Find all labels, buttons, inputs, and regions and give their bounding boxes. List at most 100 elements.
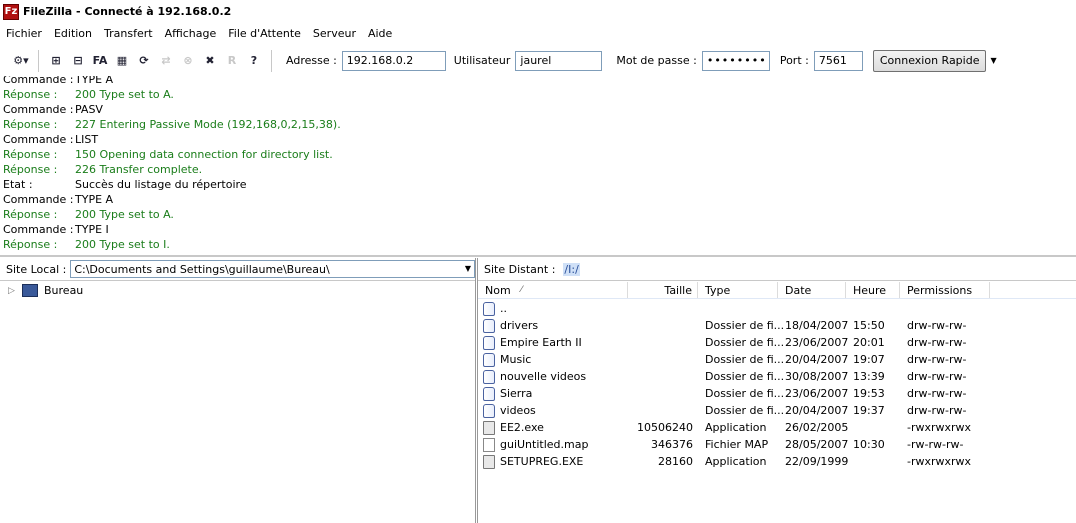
file-name: EE2.exe [500, 421, 544, 434]
column-header-permissions[interactable]: Permissions [900, 282, 990, 298]
file-time: 20:01 [853, 336, 885, 349]
column-header-name[interactable]: Nom ⁄ [478, 282, 628, 298]
refresh-icon[interactable]: ⟳ [134, 51, 154, 71]
file-date: 28/05/2007 [785, 438, 849, 451]
remote-pane: Site Distant : /I:/ Nom ⁄ Taille Type Da… [477, 258, 1076, 523]
log-type: Réponse : [3, 238, 58, 251]
log-type: Commande : [3, 103, 74, 116]
file-row[interactable]: .. [478, 301, 1076, 318]
folder-icon [483, 319, 495, 333]
file-date: 20/04/2007 [785, 353, 849, 366]
log-type: Etat : [3, 178, 33, 191]
toggle-queue-icon[interactable]: ▦ [112, 51, 132, 71]
folder-icon [483, 370, 495, 384]
menu-edition[interactable]: Edition [48, 27, 98, 40]
message-log[interactable]: Commande : TYPE A Réponse :200 Type set to… [0, 76, 1076, 257]
file-type: Dossier de fi... [705, 353, 785, 366]
remote-path-input[interactable]: /I:/ [559, 260, 1076, 278]
host-label: Adresse : [286, 54, 337, 67]
local-path-text: C:\Documents and Settings\guillaume\Bure… [74, 262, 330, 276]
file-row[interactable]: Sierra Dossier de fi... 23/06/2007 19:53 drw… [478, 386, 1076, 403]
column-header-type[interactable]: Type [698, 282, 778, 298]
file-date: 30/08/2007 [785, 370, 849, 383]
log-type: Commande : [3, 193, 74, 206]
log-message: 200 Type set to A. [75, 88, 174, 101]
file-perms: drw-rw-rw- [907, 319, 967, 332]
file-row[interactable]: guiUntitled.map 346376 Fichier MAP 28/05/20… [478, 437, 1076, 454]
log-type: Commande : [3, 76, 74, 86]
toolbar: ⚙▾ ⊞ ⊟ FA ▦ ⟳ ⇄ ⊗ ✖ R? Adresse : 192.168.0.2 Util… [0, 45, 1076, 77]
log-type: Réponse : [3, 148, 58, 161]
file-type: Dossier de fi... [705, 370, 785, 383]
column-header-size[interactable]: Taille [628, 282, 698, 298]
file-type: Dossier de fi... [705, 387, 785, 400]
toolbar-icons: ⚙▾ ⊞ ⊟ FA ▦ ⟳ ⇄ ⊗ ✖ R? [10, 49, 265, 72]
file-row[interactable]: Music Dossier de fi... 20/04/2007 19:07 drw-… [478, 352, 1076, 369]
log-message: PASV [75, 103, 103, 116]
folder-icon [483, 302, 495, 316]
user-input[interactable]: jaurel [515, 50, 603, 71]
menu-serveur[interactable]: Serveur [307, 27, 362, 40]
local-site-label: Site Local : [6, 262, 67, 276]
file-size: 346376 [651, 438, 693, 451]
local-path-dropdown-icon[interactable]: ▼ [465, 264, 471, 273]
file-time: 10:30 [853, 438, 885, 451]
file-size: 28160 [658, 455, 693, 468]
file-row[interactable]: EE2.exe 10506240 Application 26/02/2005 -rwx… [478, 420, 1076, 437]
toggle-local-tree-icon[interactable]: ⊟ [68, 51, 88, 71]
disconnect-icon[interactable]: ✖ [200, 51, 220, 71]
tree-expand-icon[interactable]: ▷ [8, 286, 22, 296]
local-path-bar: Site Local : C:\Documents and Settings\g… [0, 258, 475, 281]
log-type: Réponse : [3, 88, 58, 101]
local-tree-item[interactable]: ▷ Bureau [8, 284, 83, 297]
file-perms: drw-rw-rw- [907, 353, 967, 366]
port-input[interactable]: 7561 [813, 50, 863, 71]
file-type: Application [705, 455, 767, 468]
file-name: nouvelle videos [500, 370, 587, 383]
file-date: 18/04/2007 [785, 319, 849, 332]
header-divider [478, 298, 1076, 299]
site-manager-icon[interactable]: ⚙▾ [11, 51, 31, 71]
menu-affichage[interactable]: Affichage [159, 27, 223, 40]
file-size: 10506240 [637, 421, 693, 434]
remote-path-text: /I:/ [563, 262, 580, 276]
toggle-log-icon[interactable]: ⊞ [46, 51, 66, 71]
column-header-time[interactable]: Heure [846, 282, 900, 298]
help-icon[interactable]: ? [244, 51, 264, 71]
file-name: guiUntitled.map [500, 438, 589, 451]
column-header-date[interactable]: Date [778, 282, 846, 298]
menu-fichier[interactable]: Fichier [0, 27, 48, 40]
password-input[interactable]: •••••••• [701, 50, 770, 71]
process-queue-icon[interactable]: ⇄ [156, 51, 176, 71]
file-row[interactable]: drivers Dossier de fi... 18/04/2007 15:50 dr… [478, 318, 1076, 335]
cancel-icon[interactable]: ⊗ [178, 51, 198, 71]
file-date: 22/09/1999 [785, 455, 849, 468]
desktop-icon [22, 284, 38, 297]
file-row[interactable]: Empire Earth II Dossier de fi... 23/06/200… [478, 335, 1076, 352]
sort-indicator-icon: ⁄ [520, 285, 523, 295]
menu-bar: Fichier Edition Transfert Affichage File… [0, 23, 1076, 43]
file-name: Empire Earth II [500, 336, 582, 349]
menu-transfert[interactable]: Transfert [98, 27, 159, 40]
file-name: SETUPREG.EXE [500, 455, 584, 468]
file-perms: drw-rw-rw- [907, 404, 967, 417]
file-icon [483, 438, 495, 452]
title-bar: Fz FileZilla - Connecté à 192.168.0.2 [0, 0, 1076, 23]
file-date: 20/04/2007 [785, 404, 849, 417]
reconnect-icon[interactable]: R [222, 51, 242, 71]
quickconnect-dropdown-icon[interactable]: ▼ [990, 56, 996, 65]
toggle-remote-tree-icon[interactable]: FA [90, 51, 110, 71]
local-pane: Site Local : C:\Documents and Settings\g… [0, 258, 476, 523]
file-row[interactable]: SETUPREG.EXE 28160 Application 22/09/1999 -r… [478, 454, 1076, 471]
file-name: Music [500, 353, 532, 366]
menu-file-attente[interactable]: File d'Attente [222, 27, 307, 40]
port-label: Port : [779, 54, 809, 67]
file-perms: drw-rw-rw- [907, 387, 967, 400]
local-path-input[interactable]: C:\Documents and Settings\guillaume\Bure… [70, 260, 475, 278]
menu-aide[interactable]: Aide [362, 27, 398, 40]
log-message: 150 Opening data connection for director… [75, 148, 333, 161]
file-row[interactable]: videos Dossier de fi... 20/04/2007 19:37 drw… [478, 403, 1076, 420]
file-row[interactable]: nouvelle videos Dossier de fi... 30/08/200… [478, 369, 1076, 386]
host-input[interactable]: 192.168.0.2 [341, 50, 446, 71]
quickconnect-button[interactable]: Connexion Rapide [872, 49, 987, 72]
